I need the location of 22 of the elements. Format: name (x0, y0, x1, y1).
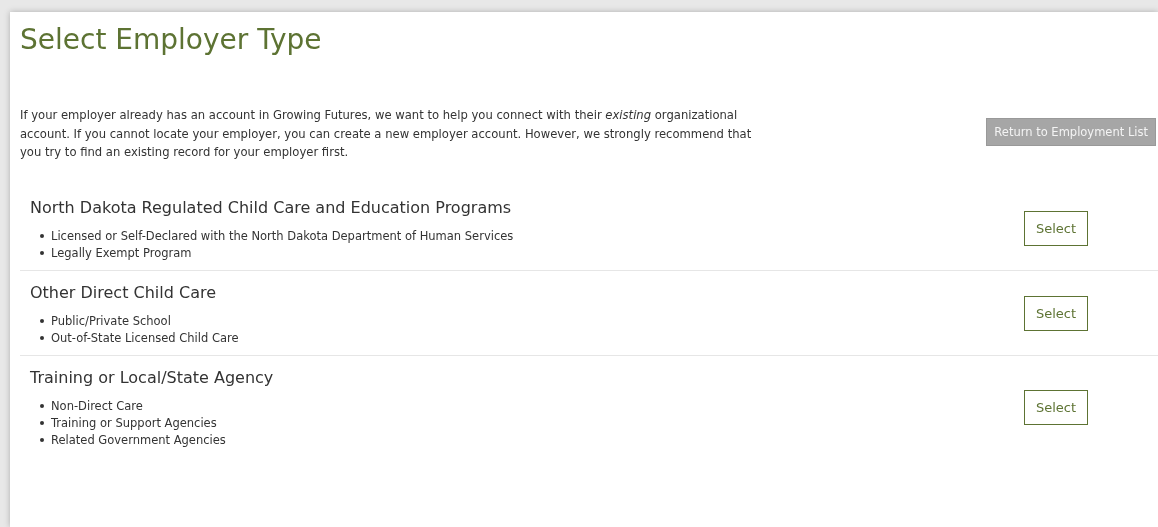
bullet-icon (40, 251, 44, 255)
list-item: Training or Support Agencies (51, 414, 217, 432)
section-heading: Other Direct Child Care (30, 281, 217, 304)
bullet-icon (40, 438, 44, 442)
bullet-icon (40, 319, 44, 323)
bullet-icon (40, 336, 44, 340)
bullet-icon (40, 234, 44, 238)
list-item: Public/Private School (51, 312, 171, 330)
select-button[interactable]: Select (1023, 296, 1088, 331)
list-item: Out-of-State Licensed Child Care (51, 329, 239, 347)
list-item: Licensed or Self-Declared with the North Dakota Department of Human Services (51, 227, 514, 245)
bullet-icon (40, 404, 44, 408)
bullet-icon (40, 421, 44, 425)
list-item: Legally Exempt Program (51, 244, 192, 262)
intro-paragraph: If your employer already has an account in Growing Futures, we want to help you connect with their existing organizational account. If you cannot locate your employer, you can create a new employer account. However, we strongly recommend that you try to find an existing record for your employer first. (20, 107, 753, 161)
select-button[interactable]: Select (1023, 211, 1088, 246)
list-item: Related Government Agencies (51, 431, 226, 449)
section-heading: North Dakota Regulated Child Care and Education Programs (30, 196, 513, 219)
page-title: Select Employer Type (20, 22, 323, 58)
section-heading: Training or Local/State Agency (30, 366, 274, 389)
list-item: Non-Direct Care (51, 397, 143, 415)
select-button[interactable]: Select (1023, 389, 1088, 425)
